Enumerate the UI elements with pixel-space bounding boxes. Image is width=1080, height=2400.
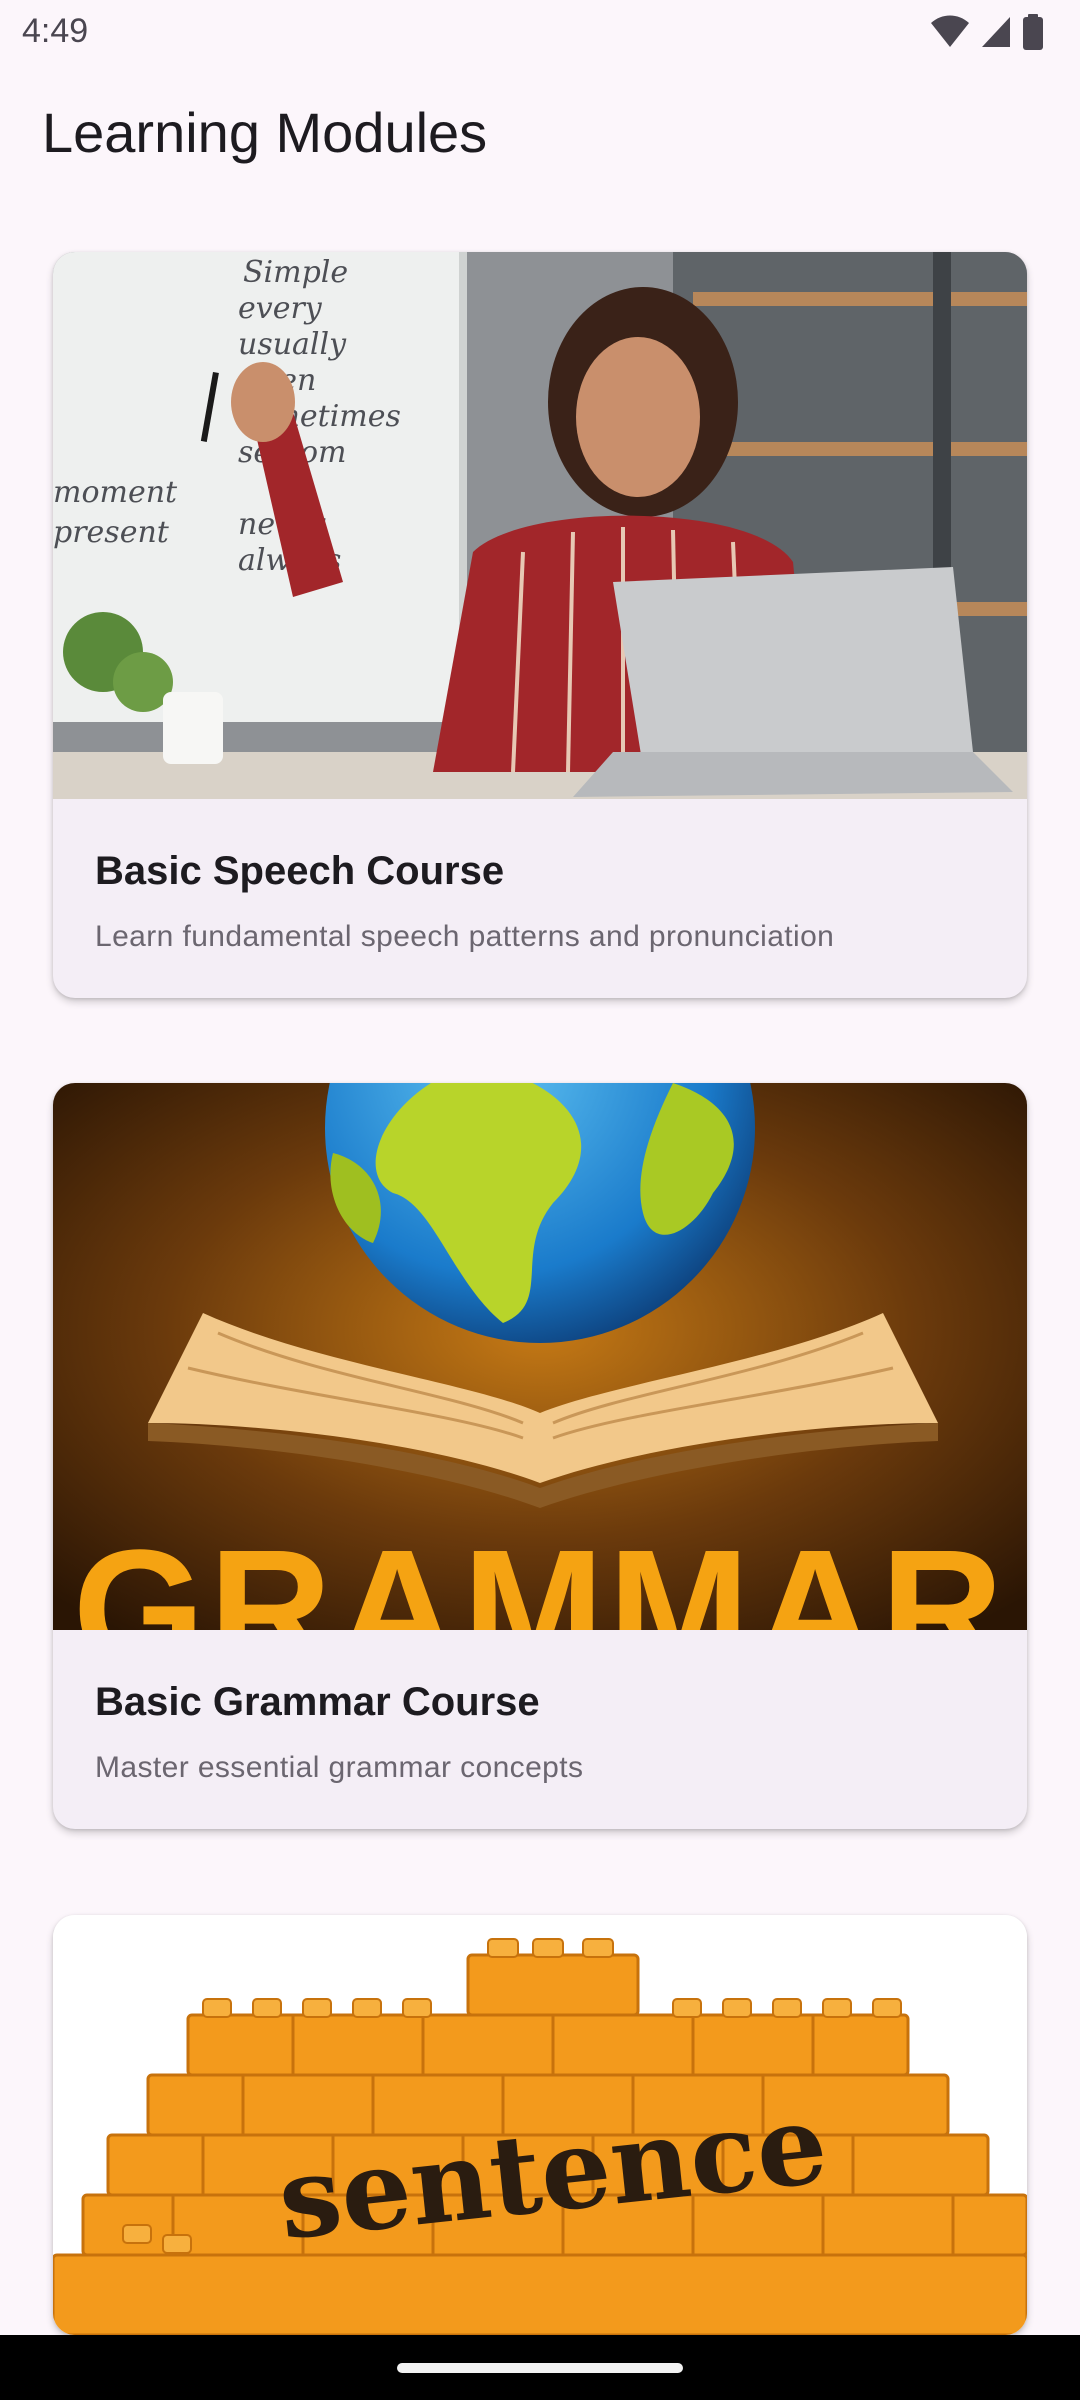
sentence-course-image: sentence [53, 1915, 1027, 2335]
page-title: Learning Modules [42, 101, 488, 164]
board-word: present [53, 515, 170, 550]
wifi-icon [931, 15, 969, 47]
status-icons [930, 12, 1044, 52]
board-word: usually [238, 327, 347, 362]
module-card-sentence[interactable]: sentence [53, 1915, 1027, 2335]
board-word: Simple [243, 255, 348, 290]
module-title: Basic Speech Course [95, 849, 505, 893]
navigation-bar [0, 2335, 1080, 2400]
module-description: Learn fundamental speech patterns and pr… [95, 920, 835, 953]
signal-icon [982, 17, 1010, 47]
speech-course-image: Simple every usually often sometimes sel… [53, 252, 1027, 799]
board-word: moment [53, 475, 178, 510]
module-description: Master essential grammar concepts [95, 1751, 584, 1784]
status-time: 4:49 [22, 12, 89, 50]
grammar-course-image: GRAMMAR [53, 1083, 1027, 1630]
module-title: Basic Grammar Course [95, 1680, 540, 1724]
home-gesture-handle[interactable] [397, 2363, 683, 2373]
status-bar: 4:49 [0, 0, 1080, 64]
grammar-image-text: GRAMMAR [73, 1515, 1008, 1630]
module-card-speech[interactable]: Simple every usually often sometimes sel… [53, 252, 1027, 998]
battery-icon [1023, 14, 1043, 50]
module-card-grammar[interactable]: GRAMMAR Basic Grammar Course Master esse… [53, 1083, 1027, 1829]
board-word: every [238, 291, 323, 326]
